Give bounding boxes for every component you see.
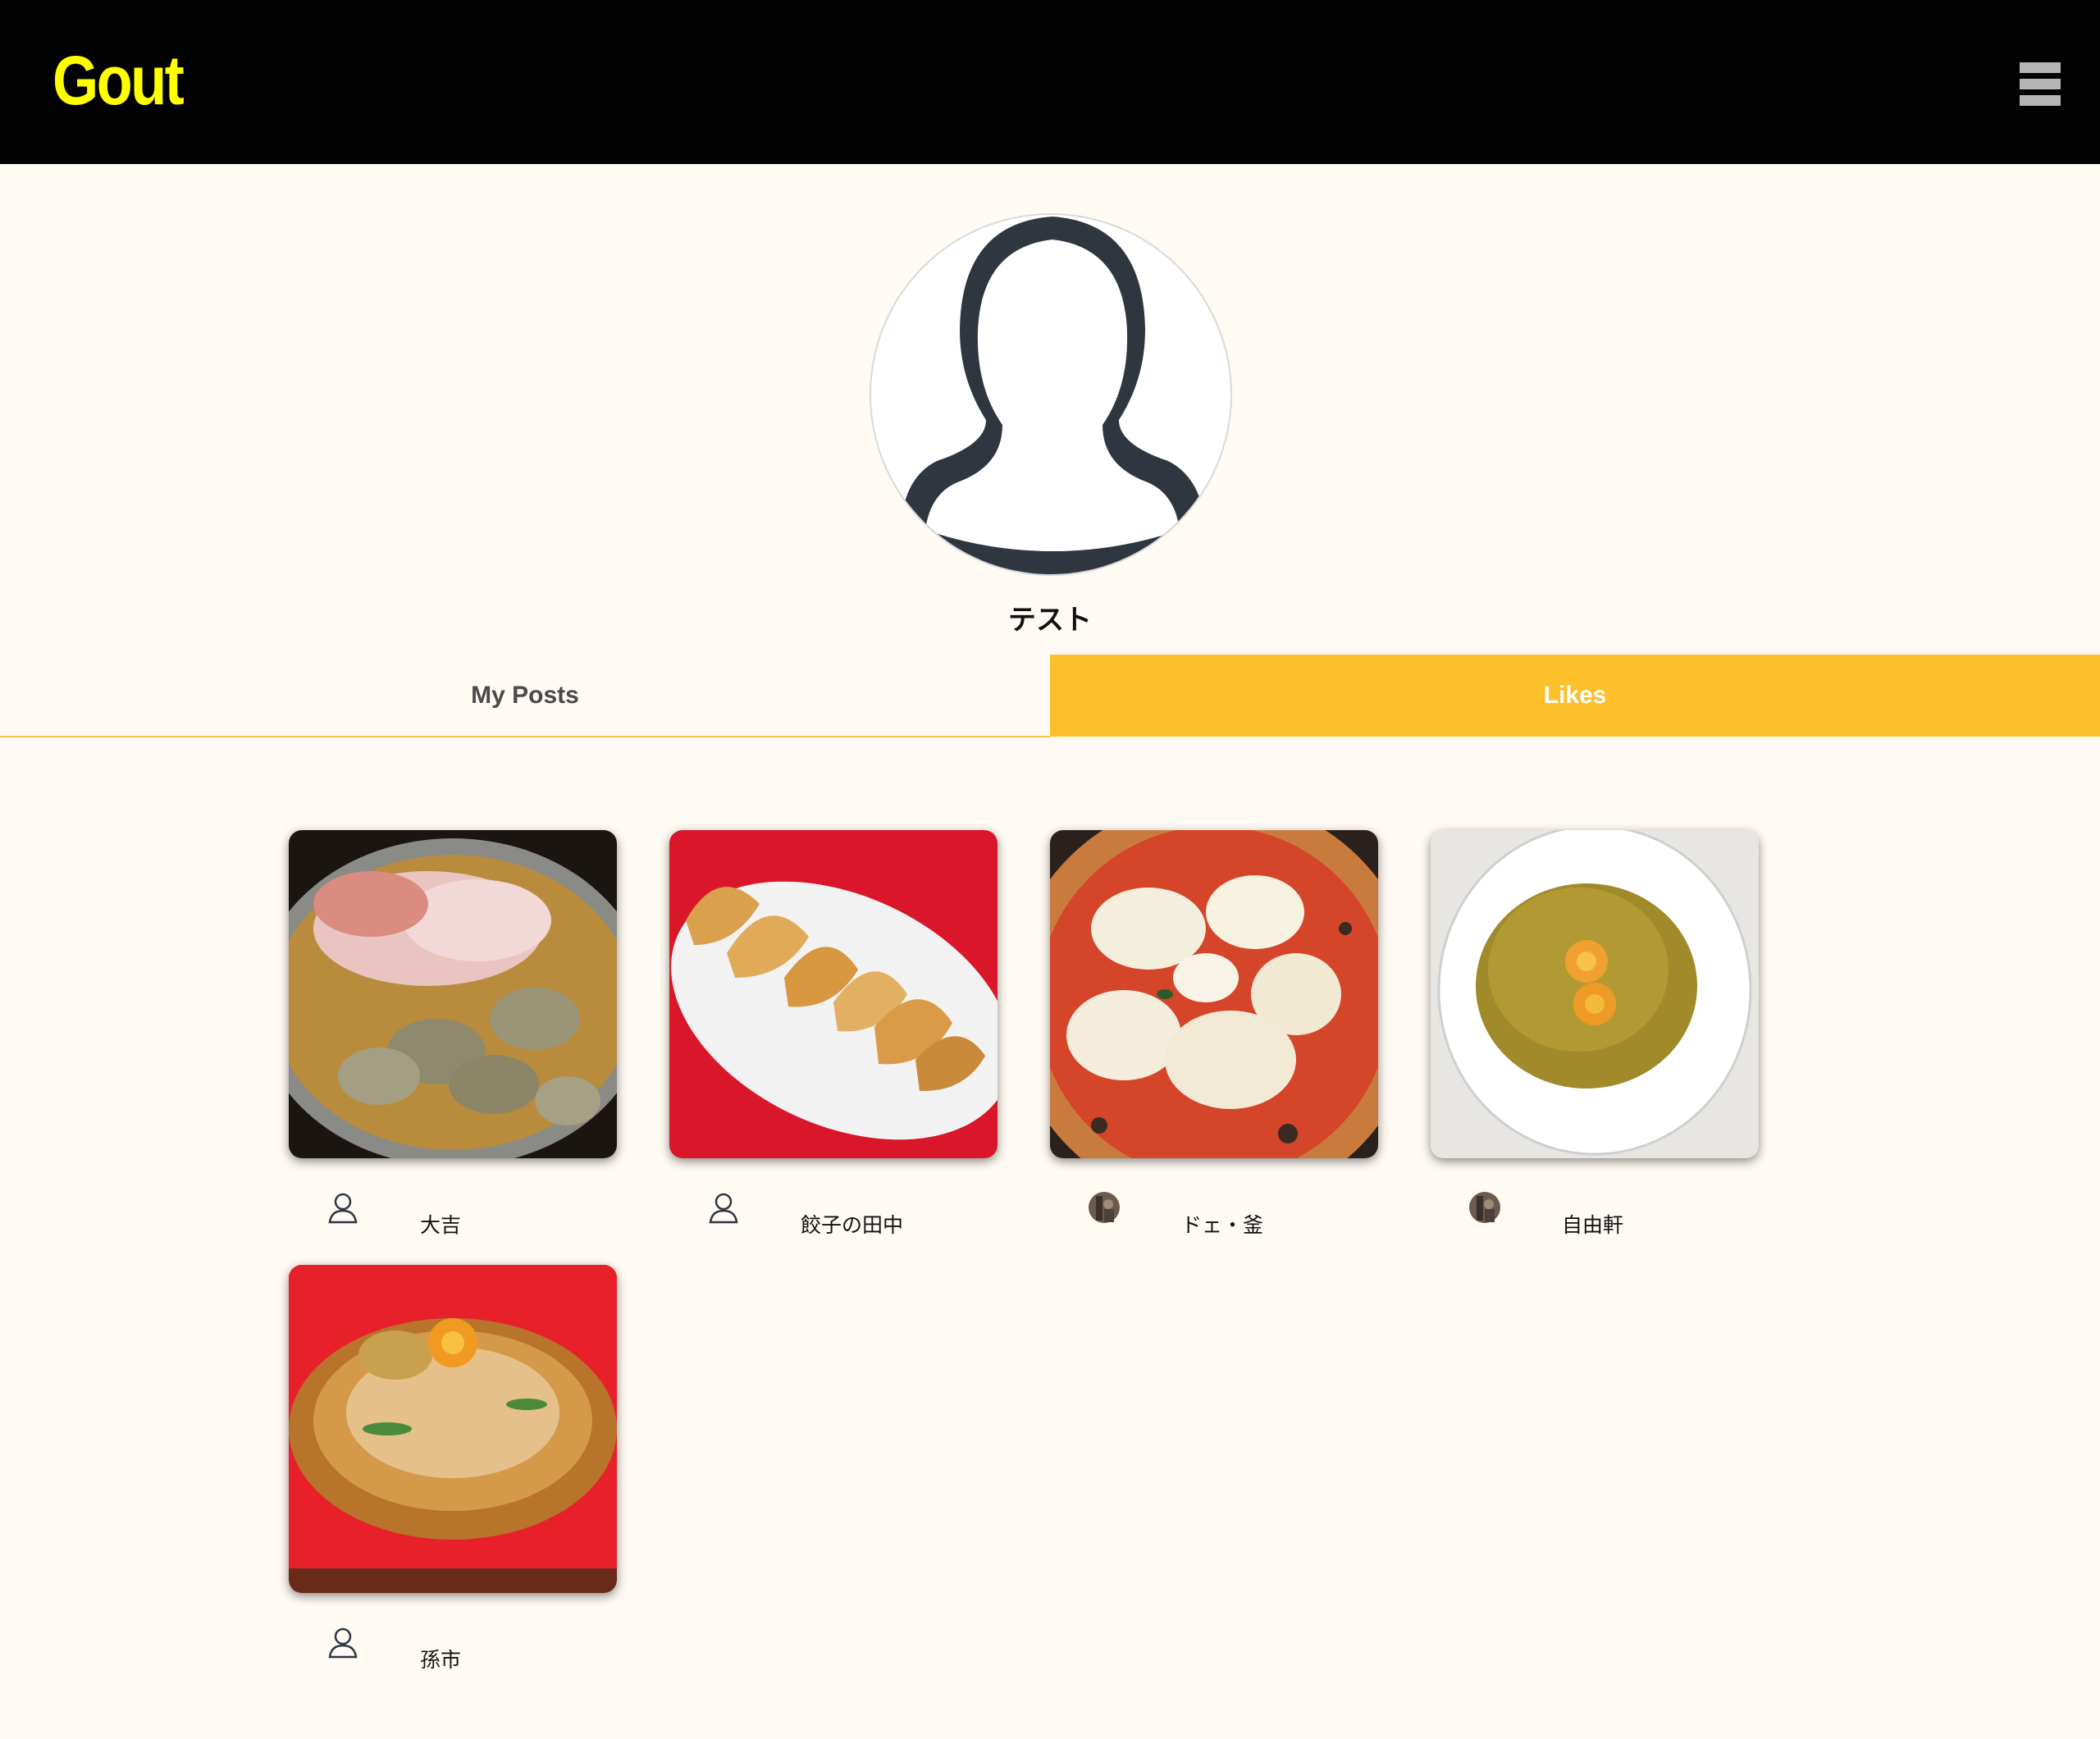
post-meta: 自由軒 [1468,1191,1764,1237]
tab-my-posts[interactable]: My Posts [0,655,1050,737]
user-photo-avatar[interactable] [1468,1191,1501,1224]
post-meta: 孫市 [326,1626,622,1672]
post-card[interactable]: 孫市 [289,1265,617,1672]
post-card[interactable]: 餃子の田中 [669,830,998,1237]
user-icon[interactable] [707,1191,740,1224]
post-card[interactable]: 自由軒 [1431,830,1759,1237]
post-meta: 餃子の田中 [707,1191,1002,1237]
app-logo[interactable]: Gout [52,41,185,121]
user-icon[interactable] [326,1191,359,1224]
user-icon[interactable] [326,1626,359,1659]
post-photo[interactable] [669,830,998,1158]
shop-name[interactable]: 大吉 [420,1209,461,1239]
app-header: Gout [0,0,2100,164]
post-card[interactable]: 大吉 [289,830,617,1237]
post-photo[interactable] [289,1265,617,1593]
default-user-avatar-icon [901,217,1206,574]
tab-likes[interactable]: Likes [1050,655,2100,737]
post-meta: 大吉 [326,1191,622,1237]
post-photo[interactable] [1431,830,1759,1158]
shop-name[interactable]: 孫市 [420,1644,461,1673]
shop-name[interactable]: ドェ・釜 [1181,1209,1263,1239]
post-photo[interactable] [289,830,617,1158]
profile-name: テスト [1008,605,1092,636]
post-photo[interactable] [1050,830,1378,1158]
profile-avatar [870,213,1232,576]
shop-name[interactable]: 自由軒 [1562,1209,1623,1239]
user-photo-avatar[interactable] [1088,1191,1121,1224]
shop-name[interactable]: 餃子の田中 [801,1209,903,1239]
post-meta: ドェ・釜 [1088,1191,1383,1237]
hamburger-menu-icon[interactable] [2020,62,2061,107]
post-card[interactable]: ドェ・釜 [1050,830,1378,1237]
tab-underline [0,736,1050,737]
